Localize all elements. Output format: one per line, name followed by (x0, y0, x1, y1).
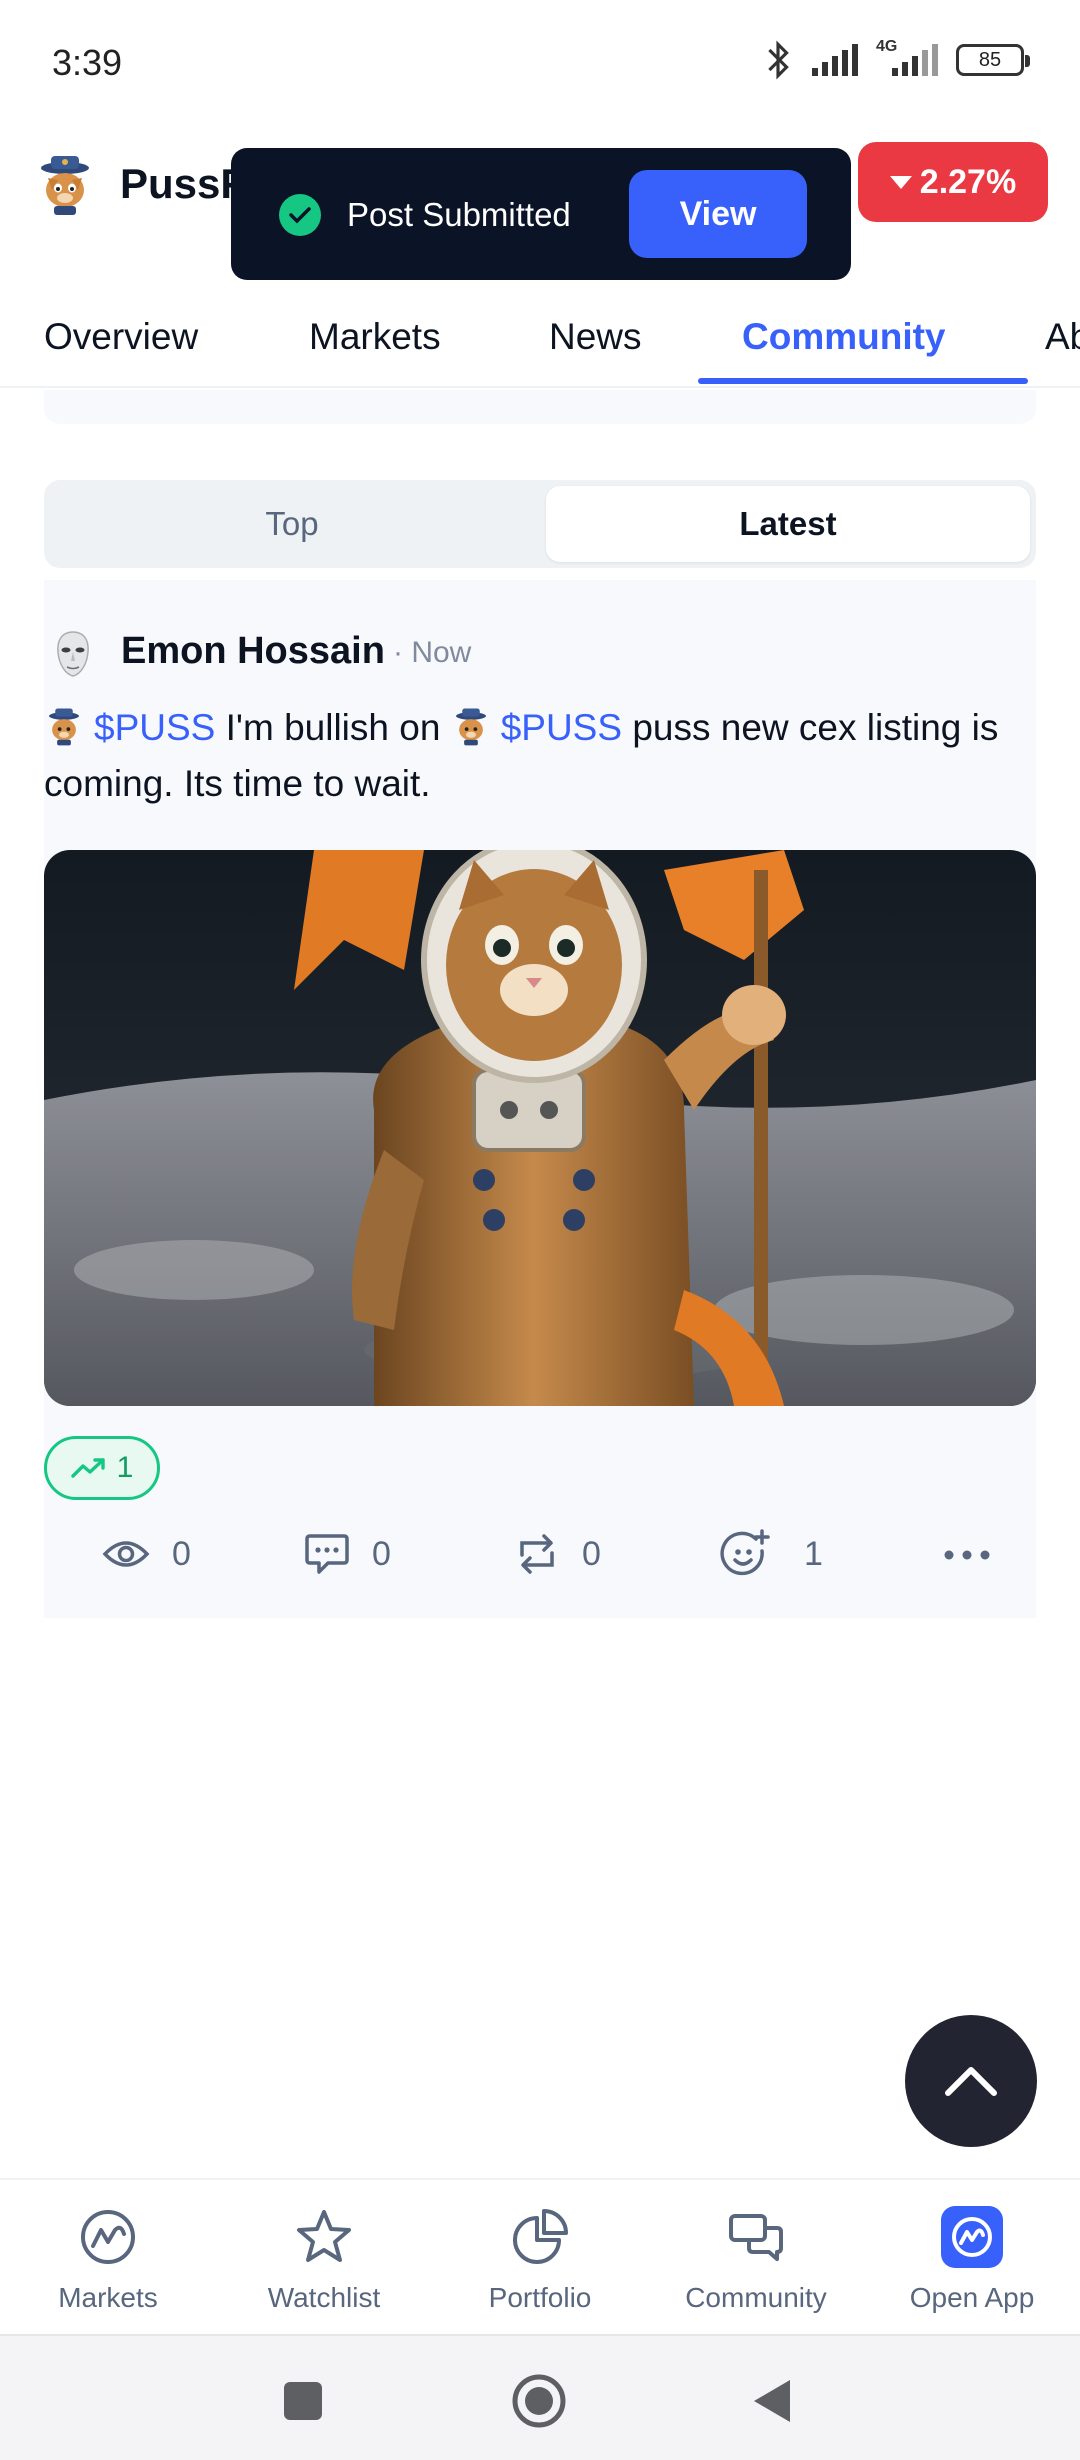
coin-name: PussF (120, 160, 247, 207)
feed-toggle-top[interactable]: Top (44, 480, 540, 568)
eye-icon (102, 1541, 150, 1567)
caret-down-icon (889, 176, 912, 189)
tab-about[interactable]: Ab (1045, 316, 1080, 358)
puss-token-icon (455, 708, 486, 746)
comment-icon (305, 1534, 349, 1574)
user-avatar[interactable] (52, 630, 94, 678)
reactions-stat[interactable]: 1 (720, 1524, 823, 1584)
toast-view-button[interactable]: View (629, 170, 807, 258)
nav-label: Watchlist (267, 2282, 381, 2313)
repost-icon (520, 1534, 554, 1574)
nav-portfolio[interactable]: Portfolio (440, 2206, 640, 2314)
tab-markets[interactable]: Markets (309, 316, 441, 358)
markets-icon (81, 2210, 135, 2264)
nav-label: Markets (58, 2282, 158, 2313)
bottom-navigation: Markets Watchlist Portfolio Community Op… (0, 2178, 1080, 2334)
cashtag-link[interactable]: $PUSS (94, 707, 215, 748)
comments-count: 0 (372, 1534, 391, 1573)
signal-4g-icon: 4G (876, 38, 942, 78)
tab-news[interactable]: News (549, 316, 642, 358)
trending-up-icon (70, 1458, 105, 1478)
price-change-value: 2.27% (919, 162, 1017, 201)
views-stat[interactable]: 0 (102, 1524, 191, 1584)
repost-count: 0 (582, 1534, 601, 1573)
nav-label: Portfolio (488, 2282, 592, 2313)
nav-open-app[interactable]: Open App (872, 2206, 1072, 2314)
post-text-part-1: I'm bullish on (225, 707, 441, 748)
previous-card-edge (44, 390, 1036, 424)
more-options-icon[interactable] (932, 1530, 1002, 1580)
cashtag-link[interactable]: $PUSS (501, 707, 622, 748)
home-icon[interactable] (511, 2373, 567, 2429)
pie-chart-icon (513, 2209, 568, 2264)
chevron-up-icon (945, 2067, 997, 2096)
feed-toggle-latest[interactable]: Latest (546, 486, 1030, 562)
bullish-count: 1 (116, 1451, 134, 1484)
views-count: 0 (172, 1534, 191, 1573)
scroll-to-top-button[interactable] (905, 2015, 1037, 2147)
status-bar: 3:39 4G 85 (0, 0, 1080, 130)
signal-icon (812, 44, 858, 76)
post-time: · Now (393, 636, 472, 669)
reactions-count: 1 (804, 1534, 823, 1573)
nav-watchlist[interactable]: Watchlist (224, 2206, 424, 2314)
repost-stat[interactable]: 0 (514, 1524, 601, 1584)
status-time: 3:39 (52, 42, 123, 83)
bullish-sentiment-badge[interactable]: 1 (44, 1436, 160, 1500)
community-post: Emon Hossain · Now $PUSS I'm bullish on … (44, 580, 1036, 1618)
nav-community[interactable]: Community (656, 2206, 856, 2314)
puss-coin-logo (41, 156, 89, 215)
tab-overview[interactable]: Overview (44, 316, 198, 358)
post-submitted-toast: Post Submitted View (231, 148, 851, 280)
star-icon (297, 2210, 351, 2262)
back-icon[interactable] (752, 2378, 794, 2424)
comments-stat[interactable]: 0 (304, 1524, 391, 1584)
post-image-astronaut-cat[interactable] (44, 850, 1036, 1406)
bluetooth-icon (768, 40, 789, 80)
nav-label: Open App (909, 2282, 1035, 2313)
chat-bubbles-icon (729, 2214, 783, 2261)
nav-label: Community (685, 2282, 827, 2313)
feed-toggle: Top Latest (44, 480, 1036, 568)
nav-markets[interactable]: Markets (8, 2206, 208, 2314)
post-author[interactable]: Emon Hossain (121, 630, 385, 673)
system-navigation-bar (0, 2334, 1080, 2460)
puss-token-icon (49, 708, 79, 746)
price-change-badge[interactable]: 2.27% (858, 142, 1048, 222)
battery-icon: 85 (956, 44, 1030, 76)
recents-icon[interactable] (282, 2380, 324, 2422)
active-tab-indicator (698, 378, 1028, 384)
coinmarketcap-app-icon (941, 2206, 1003, 2268)
tab-community[interactable]: Community (742, 316, 946, 358)
post-body: $PUSS I'm bullish on $PUSS puss new cex … (44, 700, 1036, 812)
status-icons: 4G 85 (760, 38, 1030, 80)
add-reaction-icon (720, 1529, 770, 1576)
check-circle-icon (279, 194, 321, 236)
toast-message: Post Submitted (347, 196, 571, 233)
